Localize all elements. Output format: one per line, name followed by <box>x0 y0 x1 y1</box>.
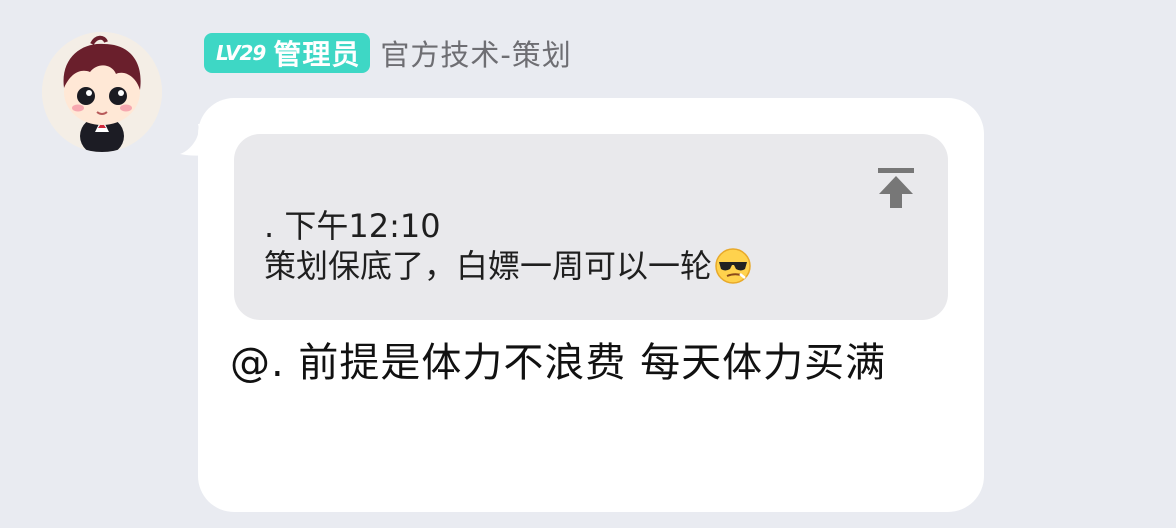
level-label: LV29 <box>216 41 266 65</box>
level-role-badge: LV29 管理员 <box>204 33 371 73</box>
message-bubble[interactable]: . 下午12:10 策划保底了，白嫖一周可以一轮 @. 前提是体力不浪费 每天体… <box>198 98 984 512</box>
quoted-message[interactable]: . 下午12:10 策划保底了，白嫖一周可以一轮 <box>234 134 948 320</box>
user-avatar[interactable] <box>42 32 162 152</box>
quoted-message-meta: . 下午12:10 <box>264 207 441 245</box>
sender-header: LV29 管理员 官方技术-策划 <box>204 32 572 74</box>
quoted-message-text: 策划保底了，白嫖一周可以一轮 <box>264 247 713 285</box>
reply-message-text: @. 前提是体力不浪费 每天体力买满 <box>230 340 887 386</box>
sender-title: 官方技术-策划 <box>380 38 572 72</box>
chat-message-view: LV29 管理员 官方技术-策划 . 下午12:10 策划保底了，白嫖一周可以一… <box>0 0 1176 528</box>
role-label: 管理员 <box>273 38 361 71</box>
quoted-message-text-row: 策划保底了，白嫖一周可以一轮 <box>264 244 752 288</box>
jump-to-top-icon[interactable] <box>874 164 918 212</box>
cartoon-boy-avatar-icon <box>42 32 162 152</box>
cool-sunglasses-face-icon <box>715 248 751 284</box>
